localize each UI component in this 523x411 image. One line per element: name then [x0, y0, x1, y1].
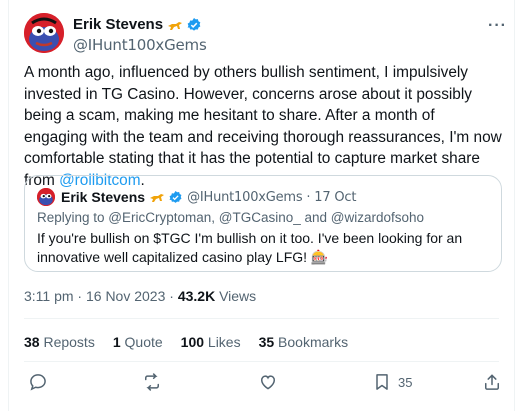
tweet-timestamp[interactable]: 3:11 pm · 16 Nov 2023 ·: [24, 288, 178, 304]
tweet-header: Erik Stevens @IHunt100xGems ···: [24, 13, 507, 57]
quoted-tweet[interactable]: Erik Stevens @IHunt100xGems · 17 Oct Rep…: [24, 175, 502, 272]
quote-header: Erik Stevens @IHunt100xGems · 17 Oct: [37, 188, 356, 206]
divider: [24, 318, 499, 319]
reposts-stat[interactable]: 38 Reposts: [24, 334, 95, 350]
hunter-glyph-icon: [167, 19, 183, 31]
reply-button[interactable]: [28, 372, 48, 392]
tweet-text-main: A month ago, influenced by others bullis…: [24, 64, 502, 189]
tweet-meta: 3:11 pm · 16 Nov 2023 · 43.2K Views: [24, 288, 256, 304]
author-name[interactable]: Erik Stevens: [73, 16, 163, 33]
share-icon: [485, 374, 499, 390]
quote-author-name: Erik Stevens: [61, 189, 146, 205]
like-icon: [260, 375, 276, 390]
like-button[interactable]: [258, 372, 278, 392]
divider: [24, 361, 499, 362]
verified-badge-icon: [168, 190, 183, 205]
bookmarks-stat[interactable]: 35 Bookmarks: [259, 334, 349, 350]
pepe-avatar-image: [24, 13, 64, 53]
verified-badge-icon: [186, 17, 202, 33]
views-count: 43.2K: [177, 288, 216, 304]
author-avatar[interactable]: [24, 13, 64, 53]
action-bar: 35: [24, 372, 502, 396]
likes-stat[interactable]: 100 Likes: [181, 334, 241, 350]
views-label: Views: [215, 288, 257, 304]
bookmark-button[interactable]: 35: [372, 372, 412, 392]
author-handle[interactable]: @IHunt100xGems: [73, 36, 207, 54]
engagement-stats: 38 Reposts 1 Quote 100 Likes 35 Bookmark…: [24, 334, 366, 350]
quote-handle-date: @IHunt100xGems · 17 Oct: [187, 189, 357, 205]
author-block: Erik Stevens @IHunt100xGems: [73, 15, 207, 54]
hunter-glyph-icon: [149, 191, 165, 203]
share-button[interactable]: [482, 372, 502, 392]
repost-icon: [145, 373, 159, 391]
quotes-stat[interactable]: 1 Quote: [113, 334, 163, 350]
repost-button[interactable]: [142, 372, 162, 392]
tweet-text: A month ago, influenced by others bullis…: [24, 62, 502, 192]
reply-icon: [30, 374, 46, 391]
quote-avatar: [37, 188, 55, 206]
bookmark-count: 35: [398, 374, 413, 390]
more-icon[interactable]: ···: [488, 17, 507, 35]
bookmark-icon: [376, 374, 388, 390]
quote-text: If you're bullish on $TGC I'm bullish on…: [37, 230, 463, 265]
quote-replying-to: Replying to @EricCryptoman, @TGCasino_ a…: [37, 210, 425, 225]
